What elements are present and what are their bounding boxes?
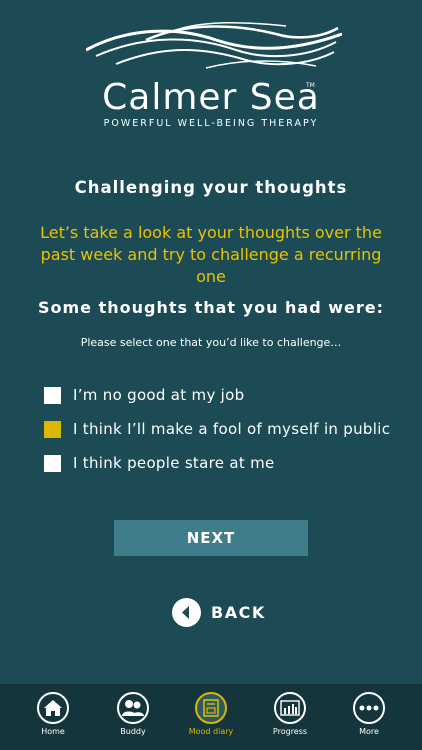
back-arrow-icon xyxy=(172,597,201,627)
section-heading: Some thoughts that you had were: xyxy=(37,298,385,317)
thought-option[interactable]: I think people stare at me xyxy=(44,446,404,480)
tab-label: Home xyxy=(41,727,65,736)
thought-option-label: I think I’ll make a fool of myself in pu… xyxy=(73,420,391,438)
trademark-mark: TM xyxy=(306,82,315,89)
tab-progress[interactable]: Progress xyxy=(260,692,320,748)
progress-icon xyxy=(274,692,306,724)
more-icon xyxy=(353,692,385,724)
tab-mood-diary[interactable]: Mood diary xyxy=(181,692,241,748)
intro-text: Let’s take a look at your thoughts over … xyxy=(40,223,382,286)
back-label: BACK xyxy=(211,602,266,622)
checkbox[interactable] xyxy=(44,420,61,438)
tab-bar: Home Buddy Mood diary Progress More xyxy=(0,684,422,750)
thought-option-label: I’m no good at my job xyxy=(73,386,245,404)
brand-name: Calmer Sea xyxy=(102,77,320,118)
thought-options: I’m no good at my job I think I’ll make … xyxy=(44,378,404,480)
thought-option[interactable]: I’m no good at my job xyxy=(44,378,404,412)
back-button[interactable]: BACK xyxy=(172,597,266,627)
tab-more[interactable]: More xyxy=(339,692,399,748)
tab-label: Progress xyxy=(272,727,308,736)
calmer-sea-logo: Calmer Sea TM POWERFUL WELL-BEING THERAP… xyxy=(0,0,422,140)
screen: Calmer Sea TM POWERFUL WELL-BEING THERAP… xyxy=(0,0,422,750)
tab-label: Buddy xyxy=(120,727,146,736)
tab-label: More xyxy=(359,727,379,736)
mood-diary-icon xyxy=(195,692,227,724)
brand-tagline: POWERFUL WELL-BEING THERAPY xyxy=(103,118,319,129)
tab-home[interactable]: Home xyxy=(23,692,83,748)
thought-option[interactable]: I think I’ll make a fool of myself in pu… xyxy=(44,412,404,446)
next-button[interactable]: NEXT xyxy=(114,520,308,556)
instruction-text: Please select one that you’d like to cha… xyxy=(80,336,342,349)
buddy-icon xyxy=(117,692,149,724)
checkbox[interactable] xyxy=(44,386,61,404)
tab-buddy[interactable]: Buddy xyxy=(103,692,163,748)
page-title: Challenging your thoughts xyxy=(74,178,348,197)
checkbox[interactable] xyxy=(44,454,61,472)
tab-label: Mood diary xyxy=(188,727,234,736)
waves-logo-icon xyxy=(86,21,342,69)
home-icon xyxy=(37,692,69,724)
thought-option-label: I think people stare at me xyxy=(73,454,275,472)
